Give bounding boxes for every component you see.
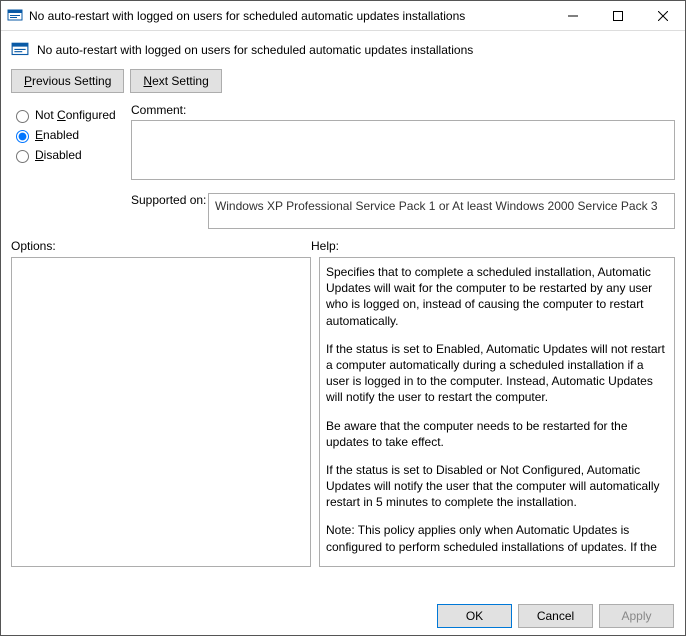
apply-button[interactable]: Apply <box>599 604 674 628</box>
options-pane[interactable] <box>11 257 311 567</box>
comment-label: Comment: <box>131 103 675 117</box>
close-button[interactable] <box>640 1 685 30</box>
radio-enabled[interactable]: Enabled <box>11 127 131 143</box>
help-pane[interactable]: Specifies that to complete a scheduled i… <box>319 257 675 567</box>
comment-textarea[interactable] <box>131 120 675 180</box>
policy-title: No auto-restart with logged on users for… <box>37 43 473 57</box>
app-icon <box>7 8 23 24</box>
options-label: Options: <box>11 239 311 253</box>
radio-disabled[interactable]: Disabled <box>11 147 131 163</box>
previous-setting-button[interactable]: PPrevious Settingrevious Setting <box>11 69 124 93</box>
help-paragraph: If the status is set to Disabled or Not … <box>326 462 668 511</box>
cancel-button[interactable]: Cancel <box>518 604 593 628</box>
policy-icon <box>11 41 29 59</box>
help-paragraph: Note: This policy applies only when Auto… <box>326 522 668 554</box>
help-paragraph: Specifies that to complete a scheduled i… <box>326 264 668 329</box>
maximize-button[interactable] <box>595 1 640 30</box>
ok-button[interactable]: OK <box>437 604 512 628</box>
supported-on-value: Windows XP Professional Service Pack 1 o… <box>208 193 675 229</box>
next-setting-button[interactable]: NNext Settingext Setting <box>130 69 221 93</box>
help-paragraph: If the status is set to Enabled, Automat… <box>326 341 668 406</box>
supported-on-label: Supported on: <box>131 193 208 207</box>
help-paragraph: Be aware that the computer needs to be r… <box>326 418 668 450</box>
radio-not-configured[interactable]: Not Configured <box>11 107 131 123</box>
minimize-button[interactable] <box>550 1 595 30</box>
window-title: No auto-restart with logged on users for… <box>29 9 550 23</box>
help-label: Help: <box>311 239 339 253</box>
